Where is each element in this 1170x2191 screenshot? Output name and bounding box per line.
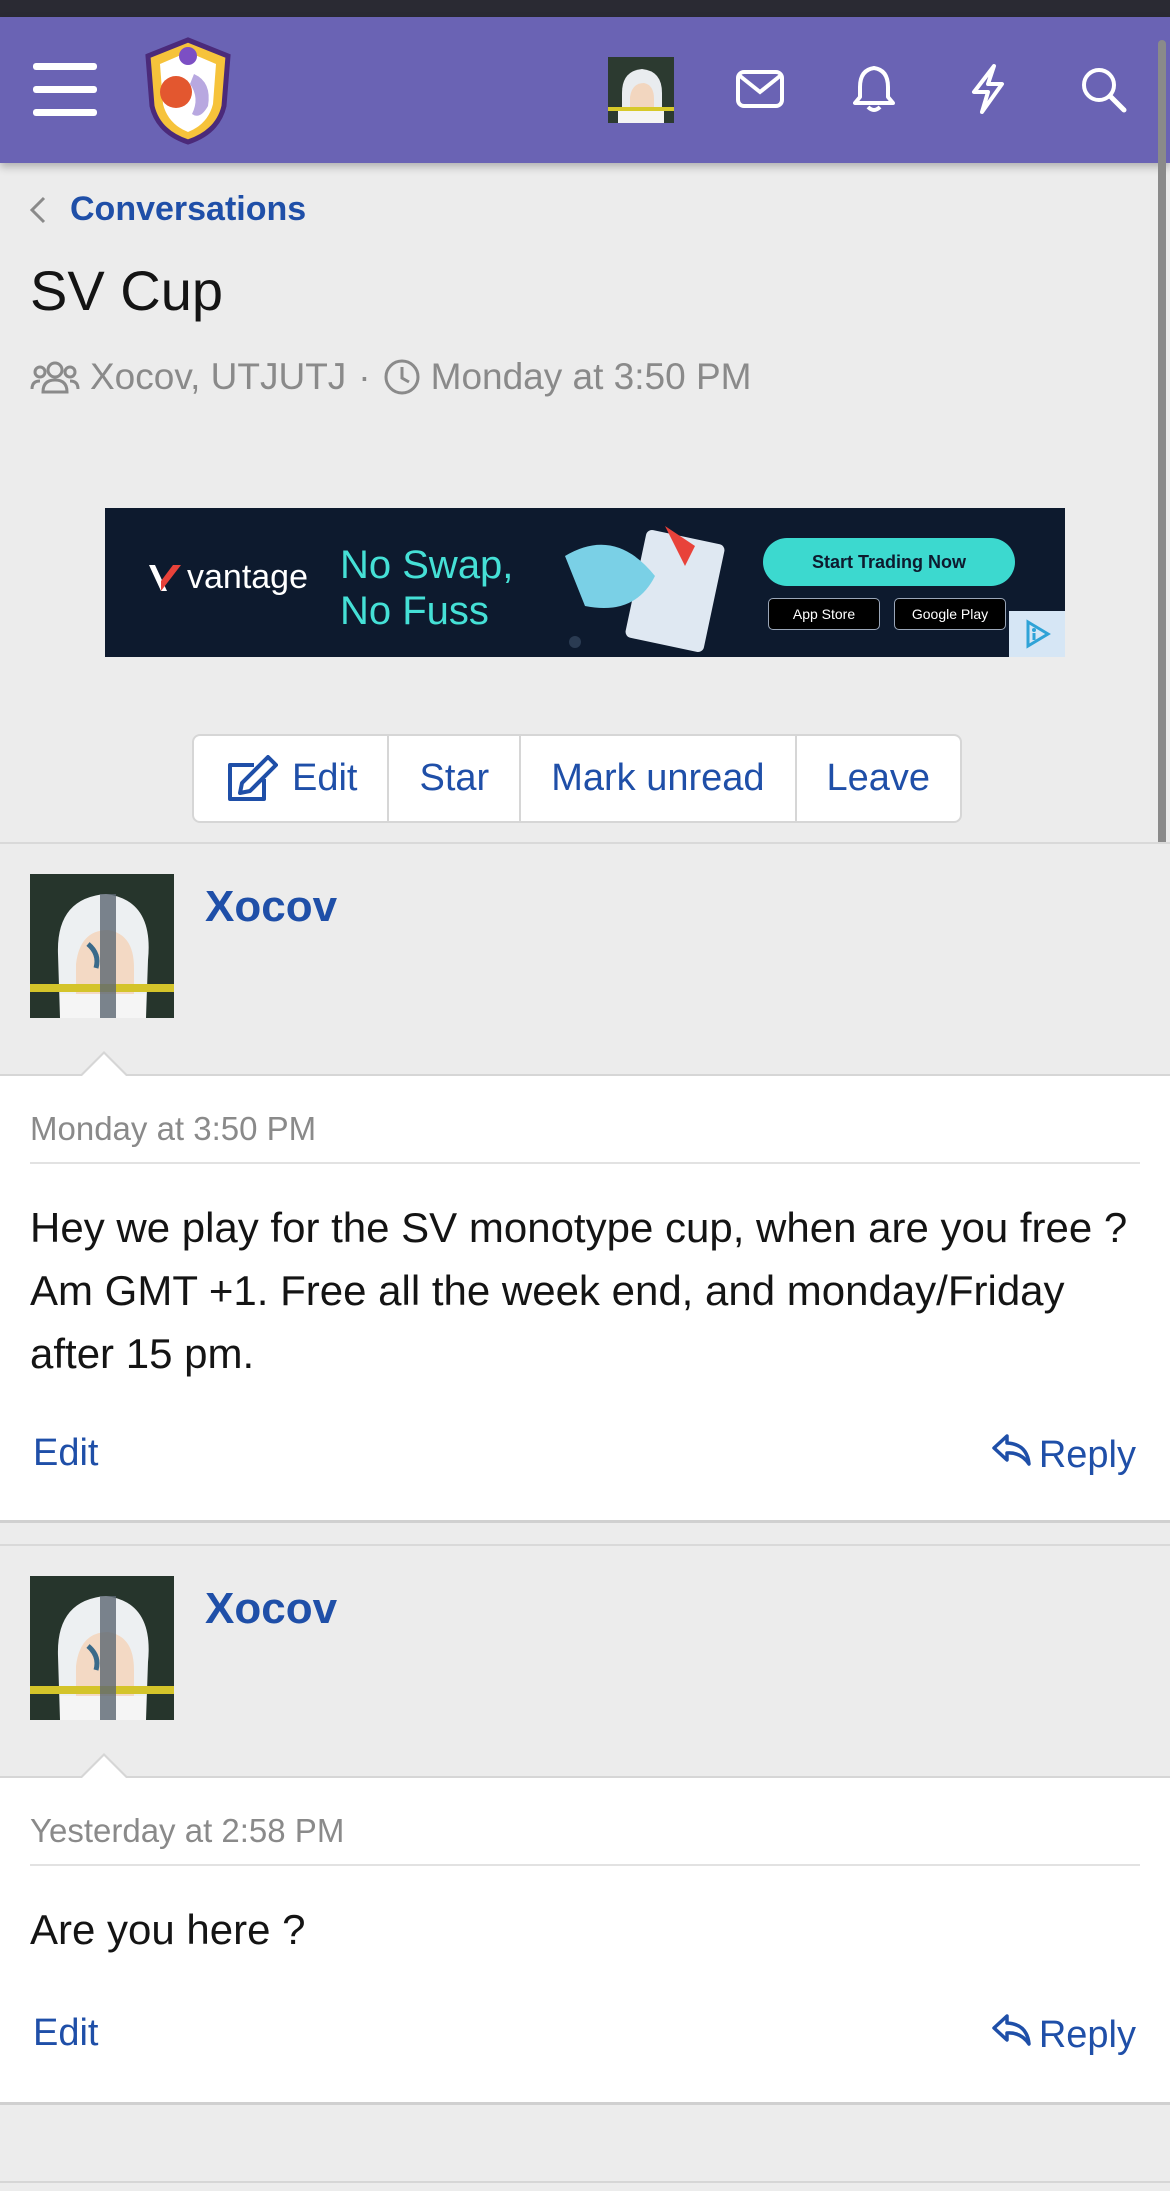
conversation-meta: Xocov, UTJUTJ · Monday at 3:50 PM xyxy=(30,356,751,398)
ad-slogan: No Swap, No Fuss xyxy=(340,543,514,633)
adchoices-icon[interactable] xyxy=(1009,611,1065,657)
message-date[interactable]: Monday at 3:50 PM xyxy=(30,1110,316,1148)
message-pointer-fill xyxy=(82,1756,126,1778)
breadcrumb-conversations-link[interactable]: Conversations xyxy=(70,190,306,229)
message-header xyxy=(0,1544,1170,1776)
clock-icon xyxy=(383,358,421,396)
leave-button[interactable]: Leave xyxy=(797,736,961,821)
lightning-bolt-icon[interactable] xyxy=(956,55,1020,123)
start-date: Monday at 3:50 PM xyxy=(430,356,752,397)
edit-message-link[interactable]: Edit xyxy=(33,1432,98,1475)
page-title: SV Cup xyxy=(30,259,223,322)
advertisement-banner[interactable]: vantage No Swap, No Fuss Start Trading N… xyxy=(105,508,1065,657)
site-logo[interactable] xyxy=(136,33,240,147)
ad-brand: vantage xyxy=(147,558,308,597)
reply-icon xyxy=(991,2012,1033,2058)
edit-icon xyxy=(224,754,278,803)
divider xyxy=(30,1864,1140,1866)
author-name[interactable]: Xocov xyxy=(205,882,337,932)
ad-artwork xyxy=(565,526,725,652)
message-header xyxy=(0,842,1170,1074)
edit-message-link[interactable]: Edit xyxy=(33,2012,98,2055)
bell-icon[interactable] xyxy=(842,55,906,123)
divider xyxy=(0,2181,1170,2183)
author-avatar[interactable] xyxy=(30,1576,174,1720)
search-icon[interactable] xyxy=(1070,55,1136,123)
hamburger-menu-icon[interactable] xyxy=(30,55,100,125)
status-strip xyxy=(0,0,1170,17)
vantage-logo-icon xyxy=(149,564,181,591)
message-text: Are you here ? xyxy=(30,1906,306,1953)
chevron-left-icon xyxy=(28,195,48,225)
author-name[interactable]: Xocov xyxy=(205,1584,337,1634)
breadcrumb[interactable]: Conversations xyxy=(28,190,306,229)
divider xyxy=(30,1162,1140,1164)
reply-button[interactable]: Reply xyxy=(991,1432,1136,1478)
participants[interactable]: Xocov, UTJUTJ xyxy=(90,356,346,398)
ad-cta-button[interactable]: Start Trading Now xyxy=(763,538,1015,586)
ad-app-store-badge[interactable]: App Store xyxy=(768,598,880,630)
reply-icon xyxy=(991,1432,1033,1478)
meta-separator: · xyxy=(358,356,371,397)
author-avatar[interactable] xyxy=(30,874,174,1018)
message-date[interactable]: Yesterday at 2:58 PM xyxy=(30,1812,344,1850)
reply-button[interactable]: Reply xyxy=(991,2012,1136,2058)
user-avatar[interactable] xyxy=(608,57,674,123)
ad-google-play-badge[interactable]: Google Play xyxy=(894,598,1006,630)
message-pointer-fill xyxy=(82,1054,126,1076)
conversation-actions: Edit Star Mark unread Leave xyxy=(192,734,963,823)
star-button[interactable]: Star xyxy=(389,736,522,821)
envelope-icon[interactable] xyxy=(728,57,792,121)
top-navigation-bar xyxy=(0,17,1170,163)
mark-unread-button[interactable]: Mark unread xyxy=(521,736,797,821)
edit-conversation-button[interactable]: Edit xyxy=(194,736,390,821)
users-icon xyxy=(30,359,80,395)
message-text: Hey we play for the SV monotype cup, whe… xyxy=(30,1204,1128,1377)
